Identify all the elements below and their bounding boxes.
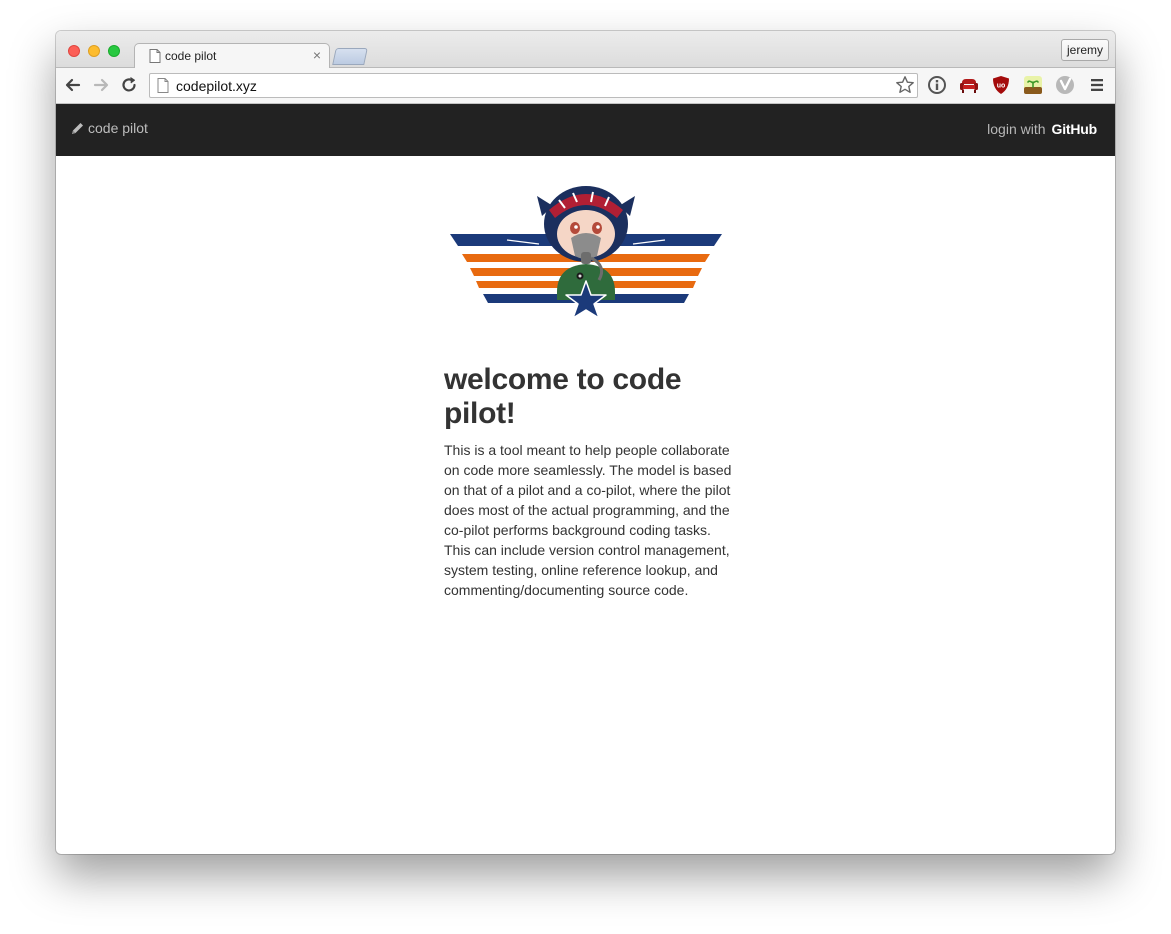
url-text: codepilot.xyz (176, 78, 257, 94)
couch-extension-icon[interactable] (959, 75, 979, 95)
close-window-button[interactable] (68, 45, 80, 57)
svg-text:uo: uo (997, 83, 1006, 90)
minimize-window-button[interactable] (88, 45, 100, 57)
tab-title: code pilot (165, 49, 217, 63)
profile-button[interactable]: jeremy (1061, 39, 1109, 61)
welcome-section: welcome to code pilot! This is a tool me… (444, 363, 734, 600)
brand-name: code pilot (88, 120, 148, 136)
new-tab-button[interactable] (332, 48, 368, 65)
gray-extension-icon[interactable] (1055, 75, 1075, 95)
bookmark-star-icon[interactable] (895, 75, 915, 95)
github-wordmark: GitHub (1051, 121, 1098, 137)
page-title: welcome to code pilot! (444, 363, 682, 430)
ublock-shield-icon[interactable]: uo (991, 75, 1011, 95)
login-github-link[interactable]: login with GitHub (987, 121, 1097, 137)
brand-link[interactable]: code pilot (71, 120, 148, 136)
browser-tab[interactable]: code pilot × (134, 43, 330, 69)
close-tab-icon[interactable]: × (313, 47, 321, 63)
page-icon (157, 78, 169, 93)
title-bar: code pilot × jeremy (56, 31, 1115, 69)
zoom-window-button[interactable] (108, 45, 120, 57)
plant-extension-icon[interactable] (1023, 75, 1043, 95)
reload-icon[interactable] (120, 76, 138, 94)
menu-icon[interactable] (1087, 75, 1107, 95)
forward-arrow-icon[interactable] (92, 76, 110, 94)
info-extension-icon[interactable] (927, 75, 947, 95)
pencil-icon (72, 123, 83, 134)
pilot-octocat-logo (450, 186, 722, 319)
address-bar[interactable]: codepilot.xyz (149, 73, 918, 98)
browser-window: code pilot × jeremy codepilot.xyz uo cod… (56, 31, 1115, 854)
login-label: login with (987, 121, 1046, 137)
app-navbar: code pilot login with GitHub (56, 104, 1115, 156)
back-arrow-icon[interactable] (64, 76, 82, 94)
browser-toolbar: codepilot.xyz uo (56, 68, 1115, 104)
page-icon (149, 49, 161, 63)
page-description: This is a tool meant to help people coll… (444, 442, 732, 598)
